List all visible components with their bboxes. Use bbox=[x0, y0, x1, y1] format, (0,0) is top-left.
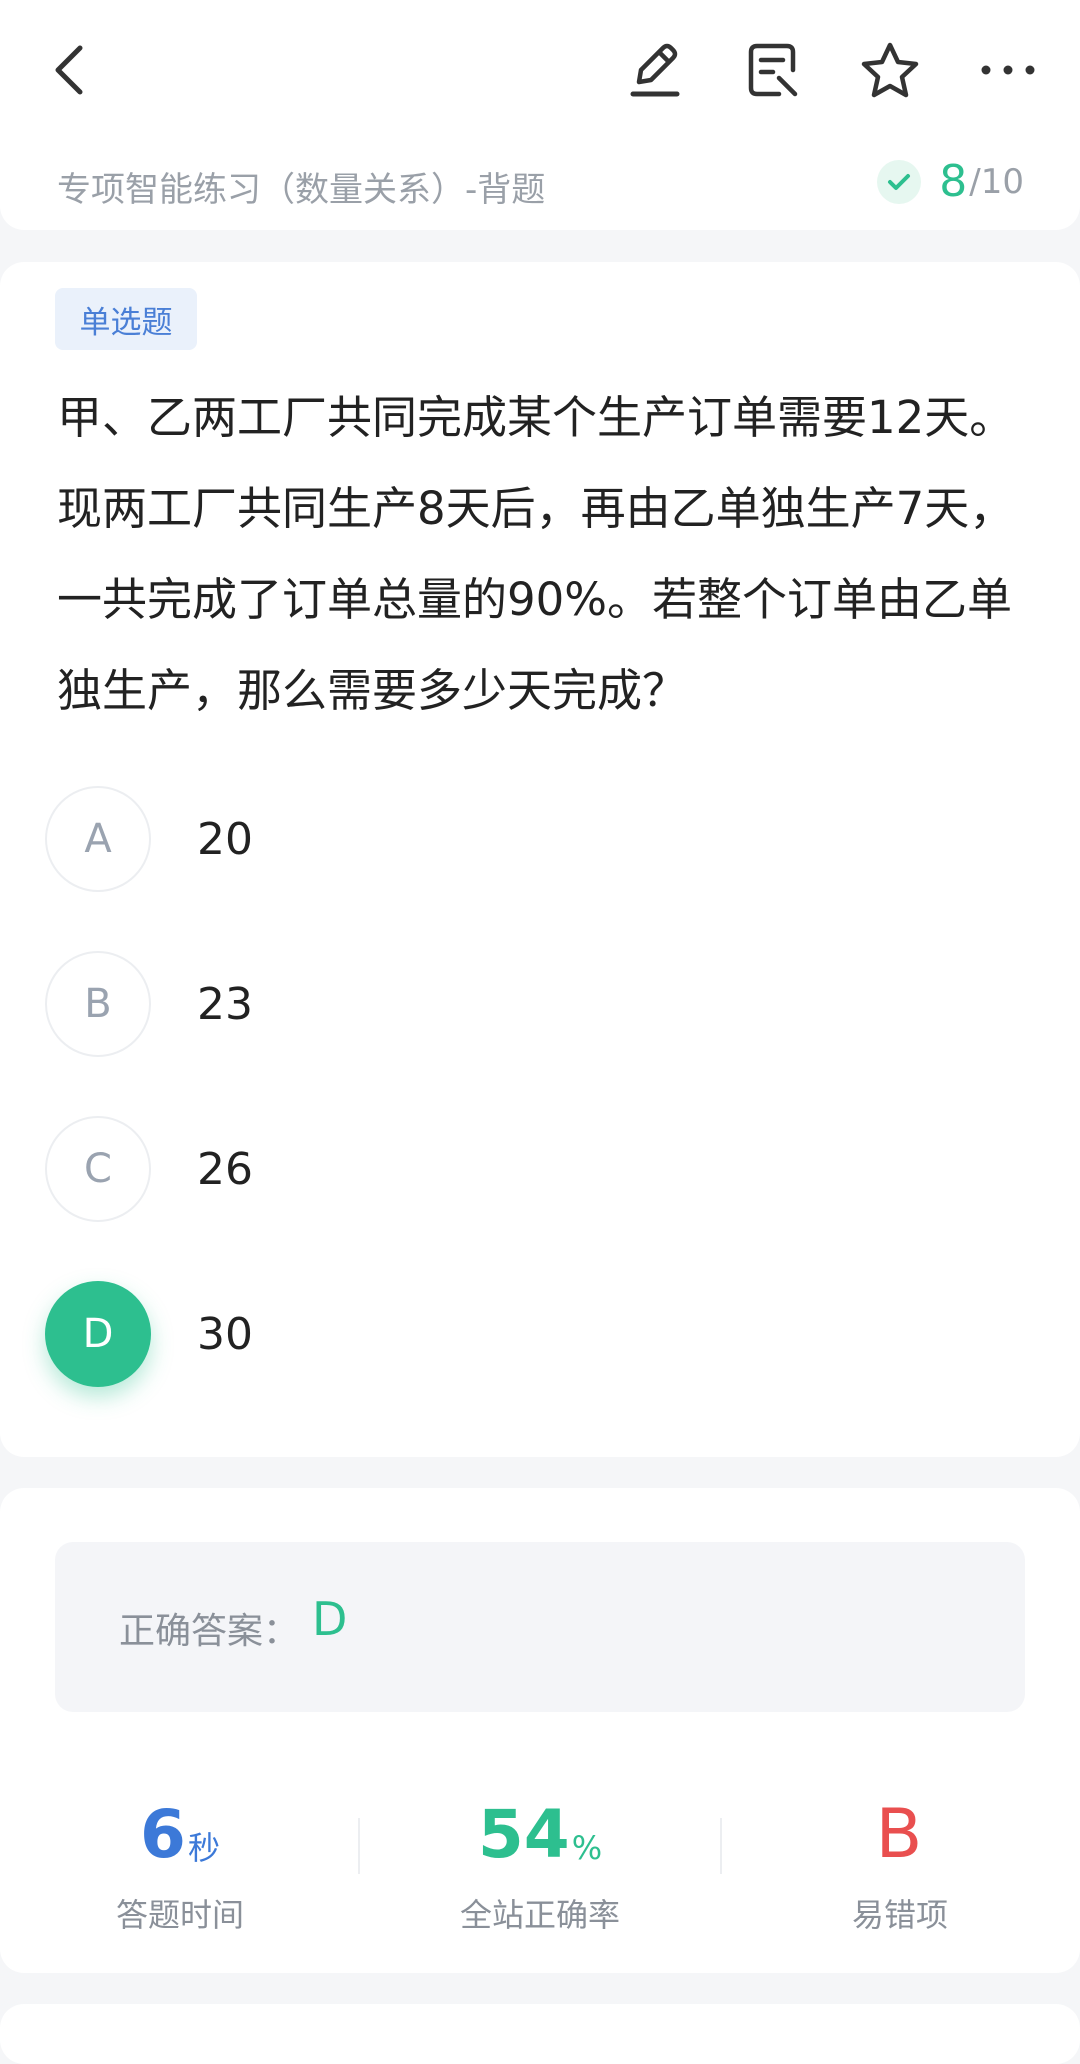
check-icon bbox=[877, 159, 922, 204]
favorite-button[interactable] bbox=[850, 30, 930, 110]
exercise-header: 专项智能练习（数量关系）-背题 8 /10 bbox=[0, 140, 1080, 230]
option-letter-selected: D bbox=[45, 1281, 151, 1387]
stat-label: 全站正确率 bbox=[459, 1896, 620, 1934]
progress-total: /10 bbox=[969, 161, 1024, 202]
question-card: 单选题 甲、乙两工厂共同完成某个生产订单需要12天。现两工厂共同生产8天后，再由… bbox=[0, 262, 1080, 1457]
stat-value: 54 bbox=[477, 1796, 570, 1873]
stat-unit: 秒 bbox=[187, 1829, 220, 1867]
stat-unit: % bbox=[571, 1829, 603, 1867]
back-button[interactable] bbox=[28, 30, 108, 110]
option-letter: C bbox=[45, 1116, 151, 1222]
stat-error-prone: B 易错项 bbox=[720, 1788, 1080, 1936]
pen-icon bbox=[630, 43, 680, 97]
option-c[interactable]: C 26 bbox=[45, 1114, 1025, 1224]
back-icon bbox=[55, 45, 83, 95]
top-bar bbox=[0, 0, 1080, 140]
answer-card: 正确答案： D 6 秒 答题时间 54 % 全站正确率 B 易错项 bbox=[0, 1488, 1080, 1973]
option-d[interactable]: D 30 bbox=[45, 1279, 1025, 1389]
stat-answer-time: 6 秒 答题时间 bbox=[0, 1788, 360, 1936]
stat-value: B bbox=[875, 1795, 923, 1874]
option-value: 26 bbox=[197, 1143, 253, 1195]
correct-answer-value: D bbox=[312, 1592, 348, 1646]
question-type-badge: 单选题 bbox=[55, 288, 197, 350]
option-letter: A bbox=[45, 786, 151, 892]
progress-indicator[interactable]: 8 /10 bbox=[877, 156, 1024, 207]
star-icon bbox=[861, 42, 919, 98]
answer-sheet-button[interactable] bbox=[733, 30, 813, 110]
question-text: 甲、乙两工厂共同完成某个生产订单需要12天。现两工厂共同生产8天后，再由乙单独生… bbox=[57, 391, 1015, 717]
stat-label: 易错项 bbox=[851, 1896, 948, 1934]
more-button[interactable] bbox=[968, 30, 1048, 110]
stat-value: 6 bbox=[140, 1796, 186, 1873]
stat-label: 答题时间 bbox=[115, 1896, 244, 1934]
progress-current: 8 bbox=[939, 156, 968, 207]
exercise-title: 专项智能练习（数量关系）-背题 bbox=[57, 170, 546, 210]
option-a[interactable]: A 20 bbox=[45, 784, 1025, 894]
stat-accuracy: 54 % 全站正确率 bbox=[360, 1788, 720, 1936]
option-letter: B bbox=[45, 951, 151, 1057]
option-value: 20 bbox=[197, 813, 253, 865]
note-button[interactable] bbox=[615, 30, 695, 110]
option-value: 23 bbox=[197, 978, 253, 1030]
answer-sheet-icon bbox=[748, 43, 798, 97]
next-card-edge bbox=[0, 2004, 1080, 2064]
more-icon bbox=[981, 65, 1035, 75]
option-value: 30 bbox=[197, 1308, 253, 1360]
option-b[interactable]: B 23 bbox=[45, 949, 1025, 1059]
correct-answer-box: 正确答案： D bbox=[55, 1542, 1025, 1712]
correct-answer-label: 正确答案： bbox=[119, 1611, 300, 1652]
